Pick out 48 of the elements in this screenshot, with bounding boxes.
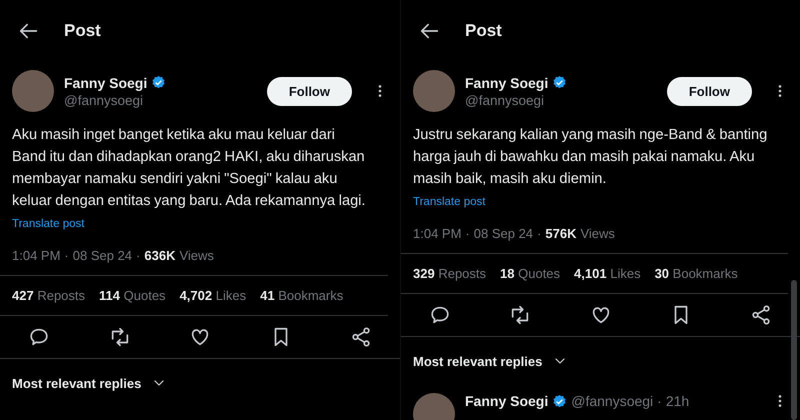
translate-link[interactable]: Translate post — [413, 196, 486, 208]
separator-dot: · — [657, 393, 662, 409]
scrollbar[interactable] — [791, 280, 797, 420]
views-count: 576K — [545, 226, 576, 241]
separator-dot: · — [64, 248, 69, 263]
verified-badge-icon — [552, 394, 568, 408]
engagement-stat[interactable]: 18 Quotes — [500, 266, 560, 281]
avatar-photo-placeholder[interactable] — [12, 70, 54, 112]
translate-link[interactable]: Translate post — [12, 218, 84, 230]
engagement-stat[interactable]: 41 Bookmarks — [260, 288, 344, 303]
engagement-stat[interactable]: 30 Bookmarks — [654, 266, 738, 281]
follow-button[interactable]: Follow — [666, 76, 752, 106]
verified-badge-icon — [151, 75, 166, 90]
reply-handle[interactable]: @fannysoegi — [571, 393, 654, 409]
post-time[interactable]: 1:04 PM — [12, 248, 60, 263]
engagement-stat[interactable]: 4,702 Likes — [180, 288, 246, 303]
reply-age: 21h — [666, 393, 690, 409]
post-text: Justru sekarang kalian yang masih nge-Band & banting harga jauh di bawahku dan masih pakai namaku. Aku masih baik, masih aku diemin. — [412, 126, 768, 189]
author-name[interactable]: Fanny Soegi — [64, 74, 148, 90]
replies-sort-label[interactable]: Most relevant replies — [12, 376, 142, 390]
post-text: Aku masih inget banget ketika aku mau keluar dari Band itu dan dihadapkan orang2 HAKI, aku diharuskan membayar namaku sendiri yakni "Soegi" kalau aku keluar dengan entitas yang baru. Ada rekamannya lagi. — [11, 126, 366, 211]
reply-author-name[interactable]: Fanny Soegi — [465, 393, 548, 409]
share-icon[interactable] — [750, 304, 772, 326]
page-title: Post — [64, 21, 101, 41]
engagement-stat[interactable]: 329 Reposts — [413, 266, 486, 281]
follow-button[interactable]: Follow — [266, 76, 352, 106]
verified-badge-icon — [552, 75, 568, 90]
engagement-stat[interactable]: 4,101 Likes — [574, 266, 641, 281]
share-icon[interactable] — [350, 326, 372, 348]
page-title: Post — [465, 21, 502, 41]
separator-dot: · — [537, 226, 542, 241]
reply-icon[interactable] — [28, 326, 50, 348]
engagement-stat[interactable]: 427 Reposts — [12, 288, 86, 303]
replies-sort-label[interactable]: Most relevant replies — [413, 354, 542, 368]
separator-dot: · — [136, 248, 140, 263]
engagement-stat[interactable]: 114 Quotes — [99, 288, 166, 303]
post-date[interactable]: 08 Sep 24 — [474, 226, 534, 241]
views-label: Views — [580, 226, 615, 241]
author-name[interactable]: Fanny Soegi — [465, 74, 548, 90]
post-time[interactable]: 1:04 PM — [413, 226, 462, 241]
reply-icon[interactable] — [429, 304, 451, 326]
separator-dot: · — [465, 226, 470, 241]
author-handle[interactable]: @fannysoegi — [465, 92, 657, 108]
views-label: Views — [179, 248, 214, 263]
avatar-photo-placeholder[interactable] — [413, 70, 455, 112]
author-handle[interactable]: @fannysoegi — [64, 92, 257, 108]
post-date[interactable]: 08 Sep 24 — [72, 248, 132, 263]
views-count: 636K — [144, 248, 176, 263]
